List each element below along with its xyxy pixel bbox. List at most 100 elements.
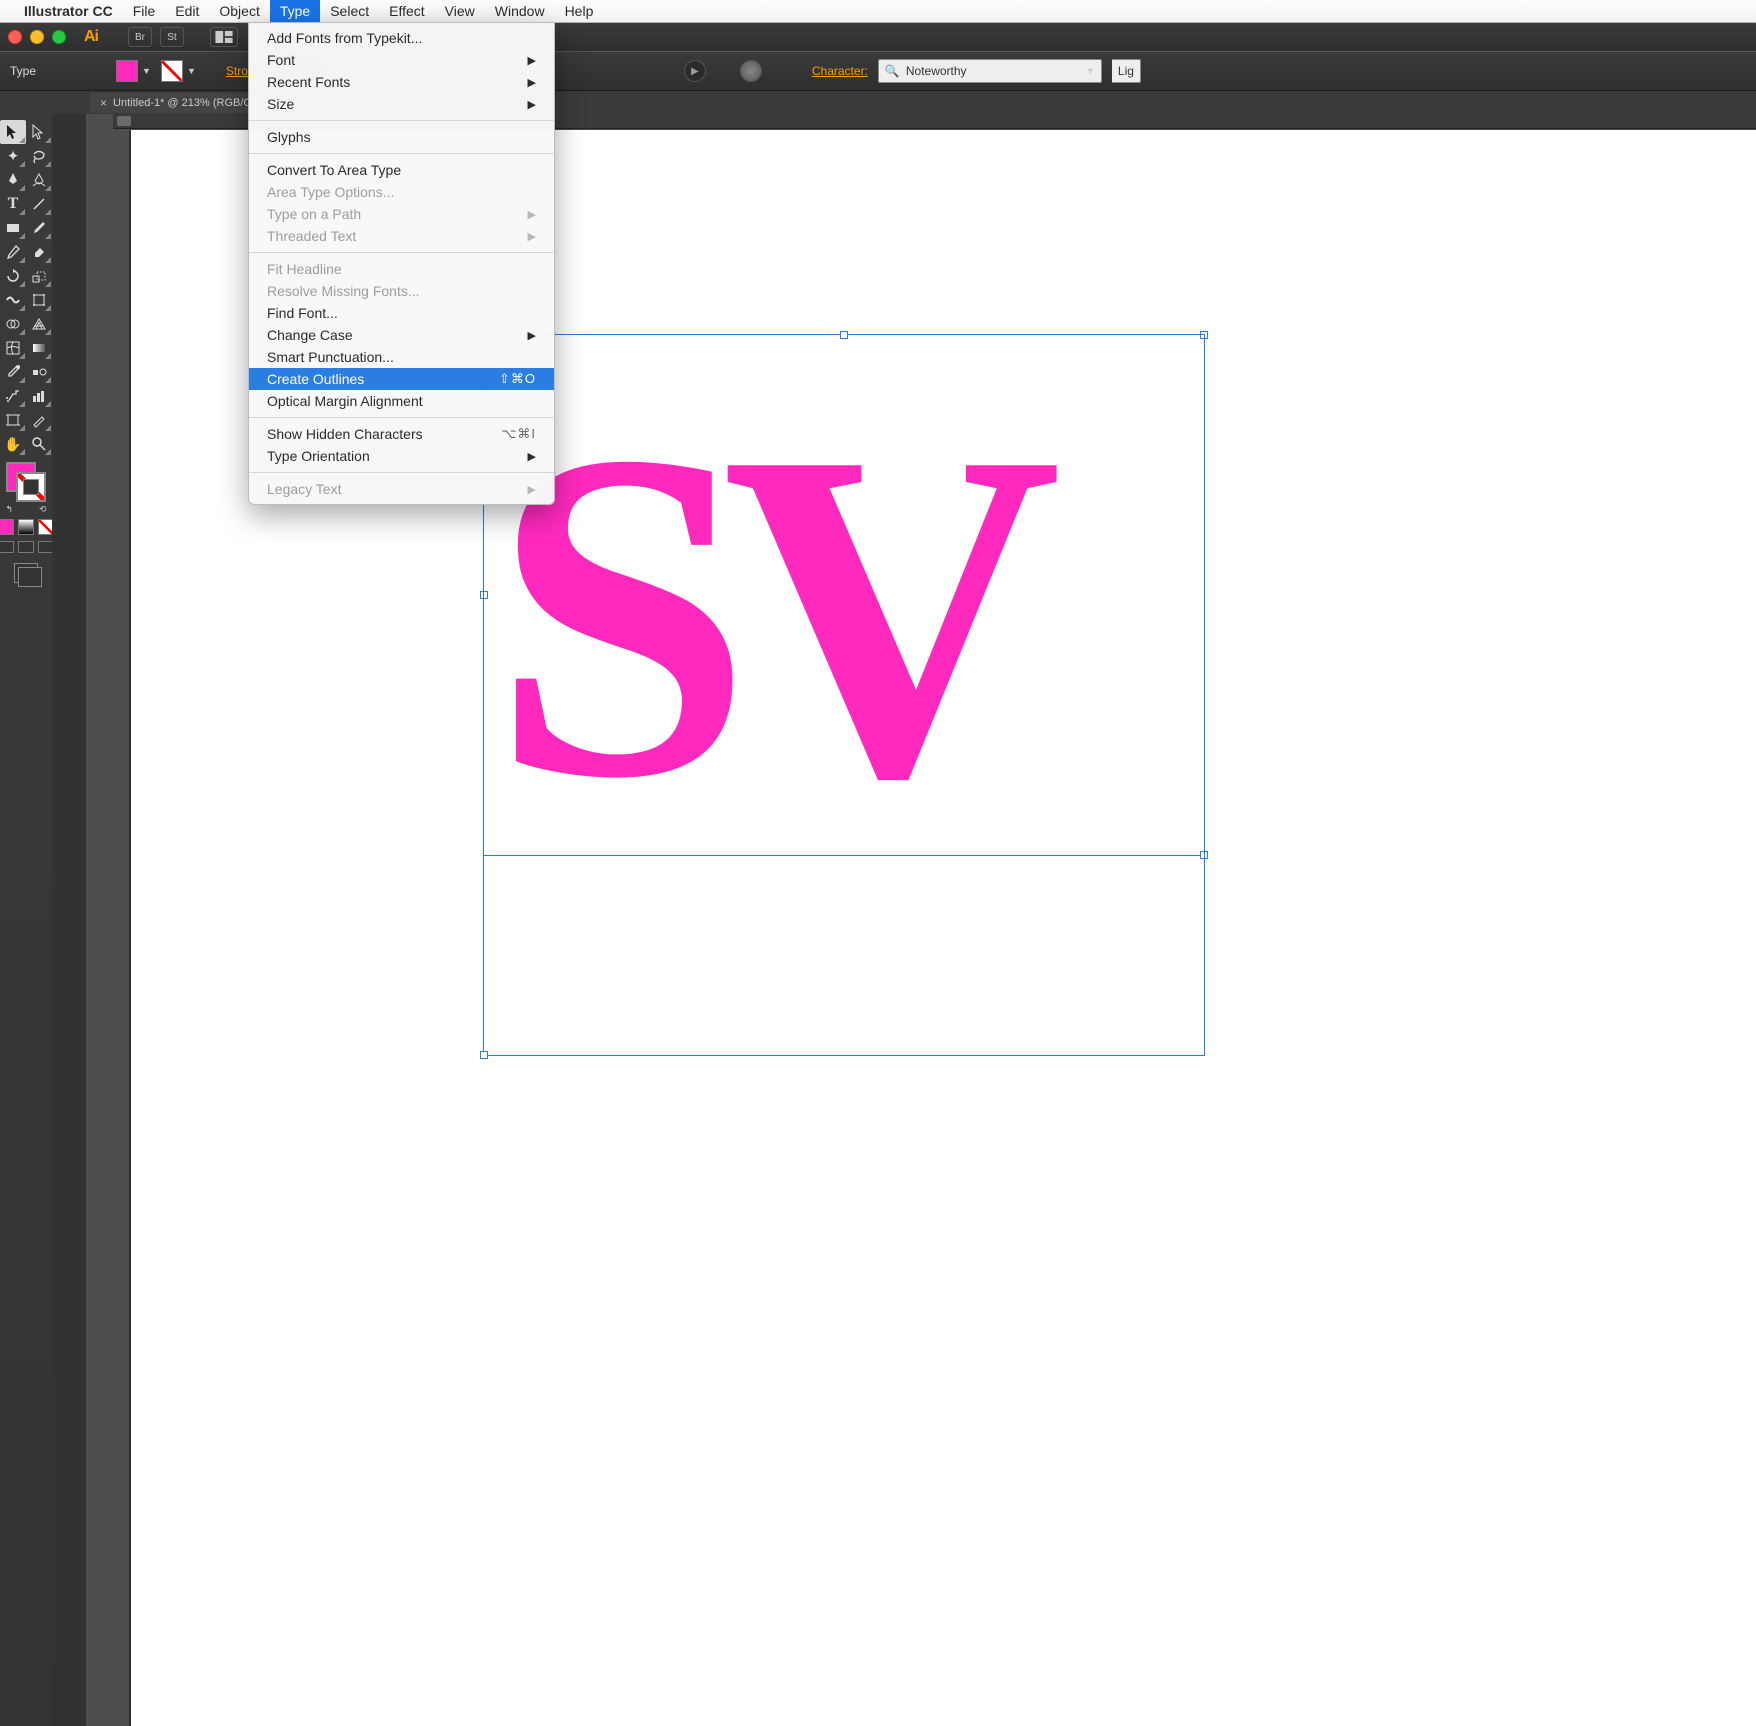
curvature-tool[interactable]: [26, 168, 52, 192]
menu-item-resolve-missing-fonts: Resolve Missing Fonts...: [249, 280, 554, 302]
mac-menubar: Illustrator CC File Edit Object Type Sel…: [0, 0, 1756, 23]
color-mode-solid[interactable]: [0, 519, 14, 535]
hand-tool[interactable]: ✋: [0, 432, 26, 456]
menu-item-fit-headline: Fit Headline: [249, 258, 554, 280]
color-mode-gradient[interactable]: [18, 519, 34, 535]
panel-gutter: [52, 114, 86, 1726]
type-tool[interactable]: T: [0, 192, 26, 216]
menu-select[interactable]: Select: [320, 0, 379, 22]
default-fill-stroke-icon[interactable]: ⟲: [39, 504, 47, 515]
stock-button[interactable]: St: [160, 27, 184, 47]
recolor-button[interactable]: [740, 60, 762, 82]
arrange-documents-button[interactable]: [210, 27, 238, 47]
menu-item-add-fonts-from-typekit[interactable]: Add Fonts from Typekit...: [249, 27, 554, 49]
screen-mode-full-menu[interactable]: [18, 541, 34, 553]
rotate-tool[interactable]: [0, 264, 26, 288]
menu-item-change-case[interactable]: Change Case ▶: [249, 324, 554, 346]
menu-item-label: Show Hidden Characters: [267, 426, 423, 442]
width-tool[interactable]: [0, 288, 26, 312]
gradient-tool[interactable]: [26, 336, 52, 360]
perspective-grid-tool[interactable]: [26, 312, 52, 336]
slice-tool[interactable]: [26, 408, 52, 432]
free-transform-tool[interactable]: [26, 288, 52, 312]
change-screen-mode[interactable]: [14, 563, 38, 583]
stroke-color-icon[interactable]: [16, 472, 46, 502]
menu-item-label: Convert To Area Type: [267, 162, 401, 178]
menu-item-legacy-text: Legacy Text▶: [249, 478, 554, 500]
menu-item-label: Type Orientation: [267, 448, 370, 464]
menu-effect[interactable]: Effect: [379, 0, 435, 22]
menu-item-size[interactable]: Size▶: [249, 93, 554, 115]
menu-item-font[interactable]: Font▶: [249, 49, 554, 71]
character-panel-link[interactable]: Character:: [812, 64, 868, 78]
pencil-tool[interactable]: [0, 240, 26, 264]
menu-item-recent-fonts[interactable]: Recent Fonts▶: [249, 71, 554, 93]
close-window-button[interactable]: [8, 30, 22, 44]
eyedropper-tool[interactable]: [0, 360, 26, 384]
menu-item-label: Glyphs: [267, 129, 311, 145]
menu-item-label: Threaded Text: [267, 228, 356, 244]
menu-item-label: Change Case: [267, 327, 353, 343]
direct-selection-tool[interactable]: [26, 120, 52, 144]
minimize-window-button[interactable]: [30, 30, 44, 44]
menu-view[interactable]: View: [435, 0, 485, 22]
area-bounding-box: [483, 334, 1205, 1056]
search-icon: 🔍: [885, 64, 900, 78]
submenu-arrow-icon: ▶: [528, 54, 536, 67]
menu-item-find-font[interactable]: Find Font...: [249, 302, 554, 324]
fill-stroke-indicator[interactable]: [6, 462, 46, 502]
menu-item-label: Find Font...: [267, 305, 338, 321]
menu-file[interactable]: File: [123, 0, 166, 22]
pen-tool[interactable]: [0, 168, 26, 192]
menu-item-type-orientation[interactable]: Type Orientation▶: [249, 445, 554, 467]
lasso-tool[interactable]: [26, 144, 52, 168]
shape-builder-tool[interactable]: [0, 312, 26, 336]
menu-window[interactable]: Window: [485, 0, 555, 22]
menu-help[interactable]: Help: [555, 0, 604, 22]
menu-item-label: Add Fonts from Typekit...: [267, 30, 422, 46]
line-segment-tool[interactable]: [26, 192, 52, 216]
font-family-value: Noteworthy: [906, 64, 1080, 78]
menu-item-label: Smart Punctuation...: [267, 349, 394, 365]
screen-mode-row: [0, 541, 54, 553]
menu-item-smart-punctuation[interactable]: Smart Punctuation...: [249, 346, 554, 368]
menu-shortcut: ⇧⌘O: [499, 371, 536, 387]
zoom-tool[interactable]: [26, 432, 52, 456]
stroke-swatch[interactable]: ▼: [161, 60, 196, 82]
bridge-button[interactable]: Br: [128, 27, 152, 47]
menu-item-threaded-text: Threaded Text▶: [249, 225, 554, 247]
type-menu-dropdown: Add Fonts from Typekit... Font▶Recent Fon…: [248, 22, 555, 505]
fill-swatch[interactable]: ▼: [116, 60, 151, 82]
menu-item-show-hidden-characters[interactable]: Show Hidden Characters⌥⌘I: [249, 423, 554, 445]
font-style-select[interactable]: Lig: [1112, 59, 1141, 83]
column-graph-tool[interactable]: [26, 384, 52, 408]
submenu-arrow-icon: ▶: [528, 329, 536, 342]
font-family-select[interactable]: 🔍 Noteworthy ▼: [878, 59, 1102, 83]
scale-tool[interactable]: [26, 264, 52, 288]
menu-edit[interactable]: Edit: [165, 0, 209, 22]
artboard-tool[interactable]: [0, 408, 26, 432]
fullscreen-window-button[interactable]: [52, 30, 66, 44]
menu-item-create-outlines[interactable]: Create Outlines⇧⌘O: [249, 368, 554, 390]
menu-item-area-type-options: Area Type Options...: [249, 181, 554, 203]
close-tab-icon[interactable]: ×: [100, 96, 107, 110]
menu-item-glyphs[interactable]: Glyphs: [249, 126, 554, 148]
magic-wand-tool[interactable]: ✦: [0, 144, 26, 168]
submenu-arrow-icon: ▶: [528, 98, 536, 111]
app-name[interactable]: Illustrator CC: [24, 3, 113, 19]
swap-fill-stroke-icon[interactable]: ↰: [5, 504, 13, 515]
menu-item-label: Fit Headline: [267, 261, 342, 277]
rectangle-tool[interactable]: [0, 216, 26, 240]
blend-tool[interactable]: [26, 360, 52, 384]
menu-type[interactable]: Type: [270, 0, 320, 22]
mesh-tool[interactable]: [0, 336, 26, 360]
screen-mode-normal[interactable]: [0, 541, 14, 553]
selection-tool[interactable]: [0, 120, 26, 144]
menu-item-optical-margin-alignment[interactable]: Optical Margin Alignment: [249, 390, 554, 412]
eraser-tool[interactable]: [26, 240, 52, 264]
menu-item-convert-to-area-type[interactable]: Convert To Area Type: [249, 159, 554, 181]
variable-width-profile-button[interactable]: ▶: [684, 60, 706, 82]
symbol-sprayer-tool[interactable]: [0, 384, 26, 408]
paintbrush-tool[interactable]: [26, 216, 52, 240]
menu-object[interactable]: Object: [209, 0, 269, 22]
